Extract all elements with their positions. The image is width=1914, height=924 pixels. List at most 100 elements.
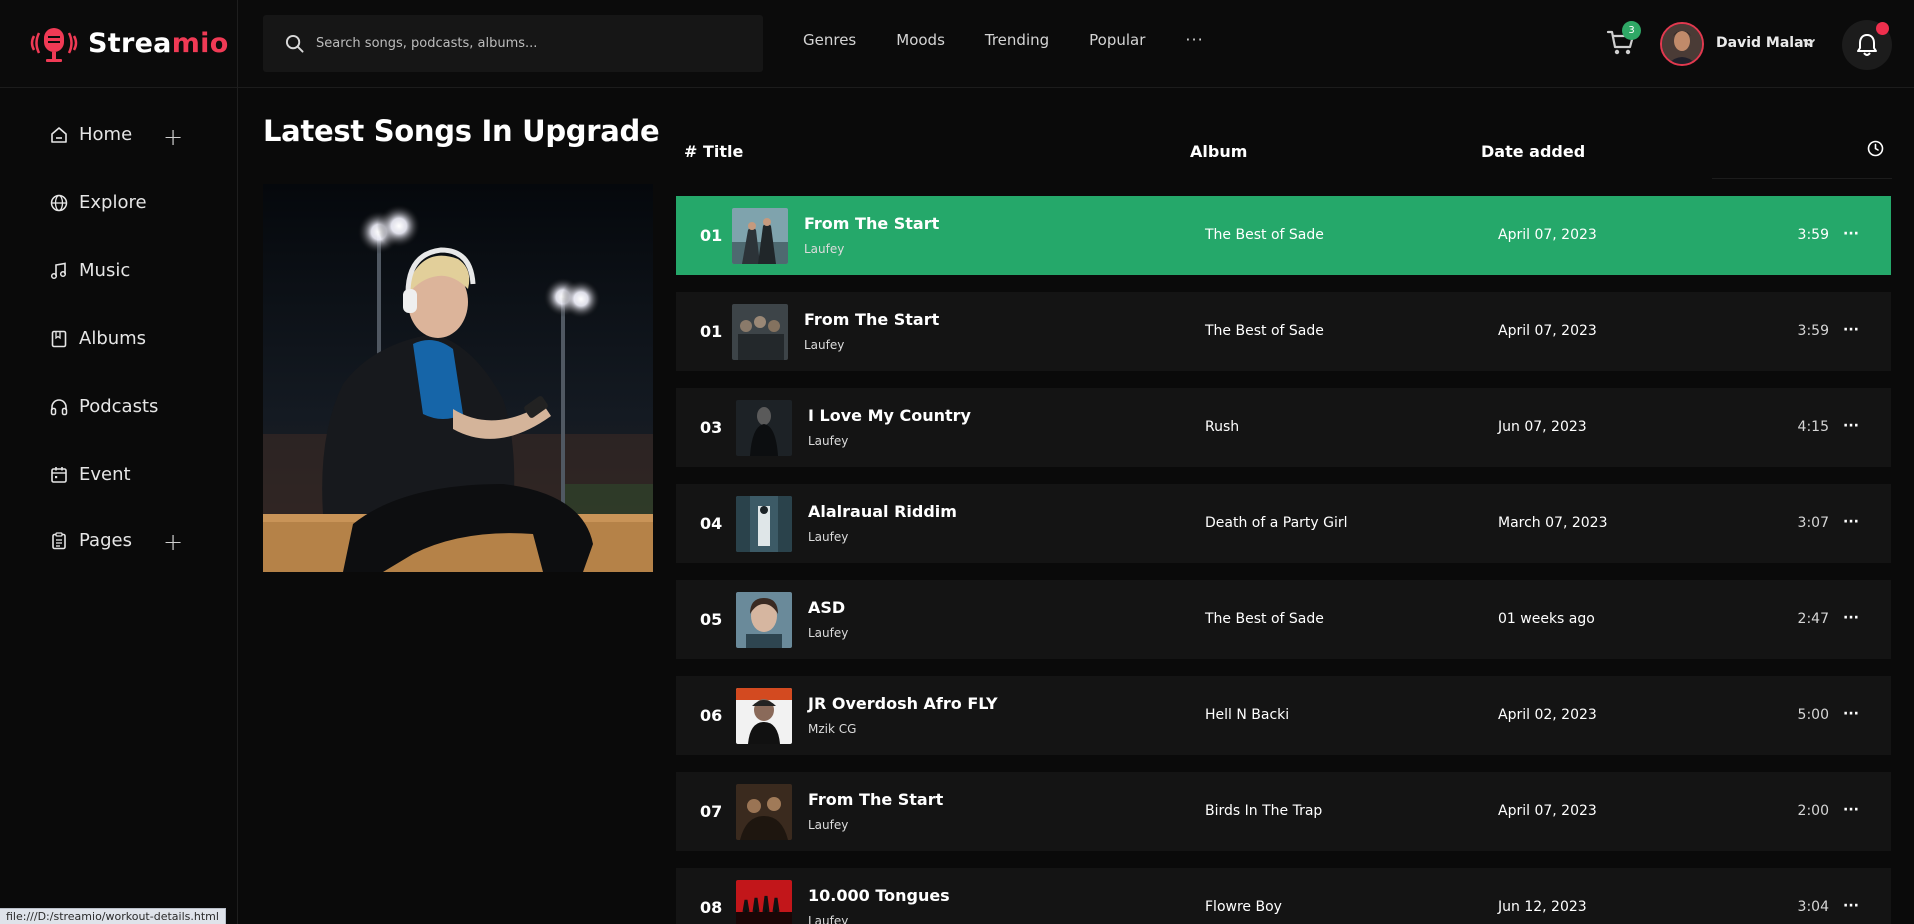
track-date: Jun 12, 2023 xyxy=(1498,899,1587,915)
home-expand-icon[interactable]: + xyxy=(163,125,183,149)
sidebar-item-label: Music xyxy=(79,260,131,281)
sidebar-item-podcasts[interactable]: Podcasts xyxy=(50,396,158,417)
track-thumbnail xyxy=(732,304,788,360)
column-header-date[interactable]: Date added xyxy=(1481,142,1585,161)
table-row[interactable]: 04 Alalraual Riddim Laufey Death of a Pa… xyxy=(676,484,1891,563)
more-options-icon[interactable]: ··· xyxy=(1843,802,1859,818)
globe-icon xyxy=(50,194,68,211)
more-options-icon[interactable]: ··· xyxy=(1843,514,1859,530)
track-duration: 3:07 xyxy=(1797,515,1829,531)
track-title[interactable]: 10.000 Tongues xyxy=(808,886,950,905)
chevron-down-icon[interactable] xyxy=(1802,36,1816,50)
more-options-icon[interactable]: ··· xyxy=(1843,322,1859,338)
brand-name: Streamio xyxy=(88,28,229,59)
track-date: April 07, 2023 xyxy=(1498,803,1597,819)
hero-image xyxy=(263,184,653,572)
track-duration: 2:47 xyxy=(1797,611,1829,627)
track-album[interactable]: The Best of Sade xyxy=(1205,611,1324,627)
track-artist[interactable]: Laufey xyxy=(808,434,848,448)
brand-name-part2: mio xyxy=(171,27,229,59)
notifications-button[interactable] xyxy=(1842,20,1892,70)
more-options-icon[interactable]: ··· xyxy=(1843,226,1859,242)
track-duration: 3:04 xyxy=(1797,899,1829,915)
table-row[interactable]: 01 From The Start Laufey The Best of Sad… xyxy=(676,292,1891,371)
track-thumbnail xyxy=(736,496,792,552)
track-album[interactable]: Death of a Party Girl xyxy=(1205,515,1348,531)
track-title[interactable]: From The Start xyxy=(804,214,939,233)
sidebar-item-explore[interactable]: Explore xyxy=(50,192,147,213)
nav-moods[interactable]: Moods xyxy=(896,31,945,49)
track-title[interactable]: ASD xyxy=(808,598,845,617)
nav-popular[interactable]: Popular xyxy=(1089,31,1145,49)
sidebar-item-label: Home xyxy=(79,124,133,145)
track-album[interactable]: Rush xyxy=(1205,419,1239,435)
track-album[interactable]: Hell N Backi xyxy=(1205,707,1289,723)
track-album[interactable]: Flowre Boy xyxy=(1205,899,1282,915)
cart-button[interactable]: 3 xyxy=(1606,21,1641,60)
track-artist[interactable]: Laufey xyxy=(808,914,848,924)
nav-genres[interactable]: Genres xyxy=(803,31,856,49)
track-artist[interactable]: Laufey xyxy=(808,626,848,640)
track-title[interactable]: Alalraual Riddim xyxy=(808,502,957,521)
sidebar-item-event[interactable]: Event xyxy=(50,464,131,485)
avatar[interactable] xyxy=(1660,22,1704,66)
track-title[interactable]: From The Start xyxy=(804,310,939,329)
table-row[interactable]: 01 From The Start Laufey The Best of Sad… xyxy=(676,196,1891,275)
track-artist[interactable]: Laufey xyxy=(808,818,848,832)
table-row[interactable]: 05 ASD Laufey The Best of Sade 01 weeks … xyxy=(676,580,1891,659)
track-date: March 07, 2023 xyxy=(1498,515,1608,531)
top-bar: Streamio Genres Moods Trending Popular ·… xyxy=(0,0,1914,88)
track-date: April 02, 2023 xyxy=(1498,707,1597,723)
track-artist[interactable]: Mzik CG xyxy=(808,722,856,736)
sidebar-item-home[interactable]: Home xyxy=(50,124,132,145)
track-artist[interactable]: Laufey xyxy=(804,242,844,256)
clipboard-icon xyxy=(52,531,66,549)
track-thumbnail xyxy=(736,688,792,744)
music-note-icon xyxy=(50,262,67,279)
track-artist[interactable]: Laufey xyxy=(808,530,848,544)
logo-microphone-icon xyxy=(30,28,78,62)
search-input[interactable] xyxy=(316,36,736,51)
sidebar-item-albums[interactable]: Albums xyxy=(50,328,146,349)
track-title[interactable]: From The Start xyxy=(808,790,943,809)
more-options-icon[interactable]: ··· xyxy=(1843,706,1859,722)
track-album[interactable]: Birds In The Trap xyxy=(1205,803,1322,819)
nav-more-button[interactable]: ··· xyxy=(1185,30,1203,49)
table-row[interactable]: 07 From The Start Laufey Birds In The Tr… xyxy=(676,772,1891,851)
more-options-icon[interactable]: ··· xyxy=(1843,610,1859,626)
more-options-icon[interactable]: ··· xyxy=(1843,898,1859,914)
table-row[interactable]: 03 I Love My Country Laufey Rush Jun 07,… xyxy=(676,388,1891,467)
sidebar-divider xyxy=(237,0,238,924)
track-title[interactable]: I Love My Country xyxy=(808,406,971,425)
user-name[interactable]: David Malan xyxy=(1716,35,1813,51)
sidebar-item-label: Podcasts xyxy=(79,396,159,417)
table-header: # Title Album Date added xyxy=(676,130,1892,170)
track-thumbnail xyxy=(736,880,792,924)
track-date: April 07, 2023 xyxy=(1498,323,1597,339)
column-header-album[interactable]: Album xyxy=(1190,142,1247,161)
sidebar-item-label: Albums xyxy=(79,328,147,349)
track-album[interactable]: The Best of Sade xyxy=(1205,323,1324,339)
clock-icon xyxy=(1867,140,1884,157)
track-album[interactable]: The Best of Sade xyxy=(1205,227,1324,243)
track-date: Jun 07, 2023 xyxy=(1498,419,1587,435)
sidebar-item-music[interactable]: Music xyxy=(50,260,130,281)
table-row[interactable]: 06 JR Overdosh Afro FLY Mzik CG Hell N B… xyxy=(676,676,1891,755)
column-header-title[interactable]: # Title xyxy=(684,142,743,161)
track-number: 05 xyxy=(700,610,723,629)
table-row[interactable]: 08 10.000 Tongues Laufey Flowre Boy Jun … xyxy=(676,868,1891,924)
nav-trending[interactable]: Trending xyxy=(985,31,1049,49)
home-icon xyxy=(51,126,67,143)
track-artist[interactable]: Laufey xyxy=(804,338,844,352)
track-thumbnail xyxy=(736,592,792,648)
sidebar-item-label: Event xyxy=(79,464,131,485)
logo[interactable]: Streamio xyxy=(28,22,229,64)
sidebar-item-pages[interactable]: Pages xyxy=(50,530,132,551)
track-date: 01 weeks ago xyxy=(1498,611,1595,627)
headphones-icon xyxy=(50,398,68,415)
pages-expand-icon[interactable]: + xyxy=(163,530,183,554)
more-options-icon[interactable]: ··· xyxy=(1843,418,1859,434)
sidebar-item-label: Pages xyxy=(79,530,132,551)
hero-photo-man-with-headphones xyxy=(263,184,653,572)
track-title[interactable]: JR Overdosh Afro FLY xyxy=(808,694,998,713)
